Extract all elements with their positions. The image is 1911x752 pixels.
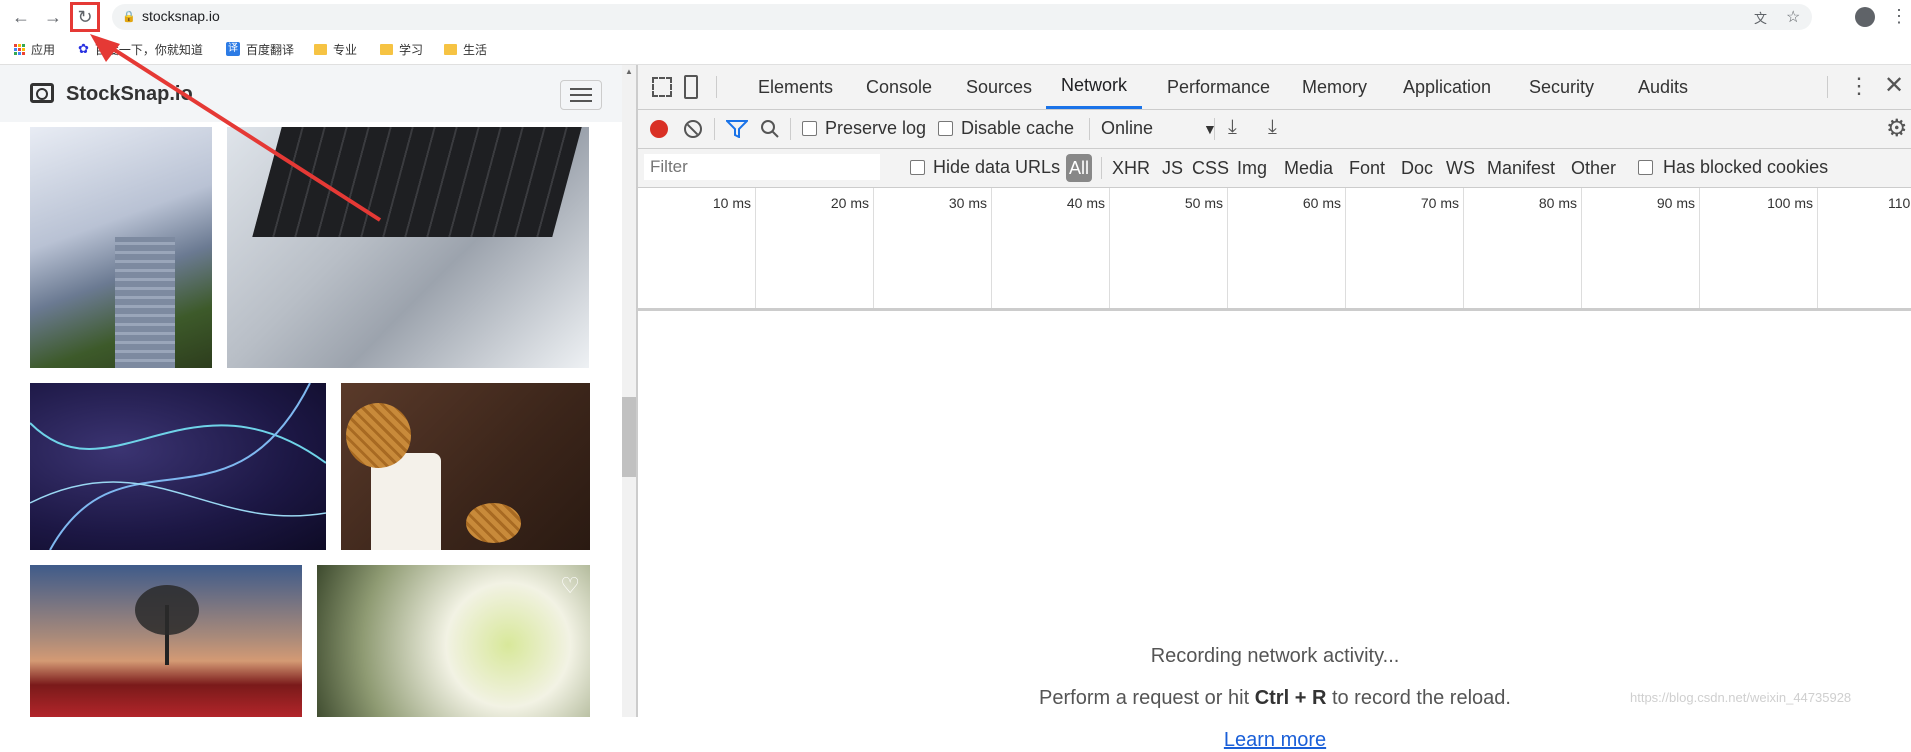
divider xyxy=(1089,118,1090,140)
timeline-tick: 30 ms xyxy=(874,188,992,308)
devtools-tabbar: Elements Console Sources Network Perform… xyxy=(638,65,1911,110)
tab-audits[interactable]: Audits xyxy=(1638,65,1688,109)
has-blocked-cookies-label: Has blocked cookies xyxy=(1663,157,1829,177)
import-har-icon[interactable]: ⤓ xyxy=(1228,116,1237,139)
watermark: https://blog.csdn.net/weixin_44735928 xyxy=(1630,690,1852,705)
type-filter-doc[interactable]: Doc xyxy=(1401,158,1433,179)
tab-elements[interactable]: Elements xyxy=(758,65,833,109)
record-icon[interactable] xyxy=(650,120,668,138)
type-filter-img[interactable]: Img xyxy=(1237,158,1267,179)
type-filter-font[interactable]: Font xyxy=(1349,158,1385,179)
tab-network[interactable]: Network xyxy=(1046,65,1143,109)
timeline-tick: 110 xyxy=(1888,195,1911,211)
divider xyxy=(1101,157,1102,179)
timeline-tick: 10 ms xyxy=(638,188,756,308)
export-har-icon[interactable]: ⤓ xyxy=(1268,116,1277,139)
photo-tree-tulips[interactable] xyxy=(30,565,302,717)
network-overview-timeline[interactable]: 10 ms 20 ms 30 ms 40 ms 50 ms 60 ms 70 m… xyxy=(638,188,1911,311)
disable-cache-label: Disable cache xyxy=(961,118,1075,138)
type-filter-all[interactable]: All xyxy=(1066,154,1093,182)
filter-input[interactable] xyxy=(644,154,880,180)
network-filter-bar: Hide data URLs All XHR JS CSS Img Media … xyxy=(638,149,1911,188)
checkbox-box[interactable] xyxy=(910,160,925,175)
recording-message: Recording network activity... xyxy=(1150,645,1400,667)
divider xyxy=(714,118,715,140)
timeline-tick: 70 ms xyxy=(1346,188,1464,308)
reload-hint-text: Perform a request or hit xyxy=(1039,687,1255,709)
search-icon[interactable] xyxy=(760,119,780,139)
clear-icon[interactable] xyxy=(684,120,702,138)
learn-more-row: Learn more xyxy=(638,729,1911,752)
device-toolbar-icon[interactable] xyxy=(684,75,698,99)
photo-flower[interactable]: ♡ xyxy=(317,565,590,717)
checkbox-box[interactable] xyxy=(938,121,953,136)
reload-hint-text: to record the reload. xyxy=(1326,687,1511,709)
divider xyxy=(1214,118,1215,140)
disable-cache-checkbox[interactable]: Disable cache xyxy=(938,118,1074,139)
divider xyxy=(1827,76,1828,98)
divider xyxy=(716,76,717,98)
preserve-log-checkbox[interactable]: Preserve log xyxy=(802,118,926,139)
type-filter-media[interactable]: Media xyxy=(1284,158,1333,179)
has-blocked-cookies-checkbox[interactable]: Has blocked cookies xyxy=(1638,157,1828,178)
hide-data-urls-label: Hide data URLs xyxy=(933,157,1061,177)
type-filter-manifest[interactable]: Manifest xyxy=(1487,158,1555,179)
close-icon[interactable]: ✕ xyxy=(1884,71,1904,100)
throttling-select[interactable]: Online ▼ xyxy=(1101,118,1217,139)
timeline-tick: 100 ms xyxy=(1700,188,1818,308)
tab-application[interactable]: Application xyxy=(1403,65,1491,109)
tab-security[interactable]: Security xyxy=(1529,65,1594,109)
tab-performance[interactable]: Performance xyxy=(1167,65,1270,109)
photo-waffle-milk[interactable] xyxy=(341,383,590,550)
timeline-tick: 80 ms xyxy=(1464,188,1582,308)
timeline-tick: 60 ms xyxy=(1228,188,1346,308)
network-empty-state: Recording network activity... Perform a … xyxy=(638,311,1911,751)
throttling-value: Online xyxy=(1101,118,1154,138)
divider xyxy=(790,118,791,140)
type-filter-ws[interactable]: WS xyxy=(1446,158,1475,179)
checkbox-box[interactable] xyxy=(1638,160,1653,175)
filter-icon[interactable] xyxy=(726,120,748,138)
type-filter-css[interactable]: CSS xyxy=(1192,158,1229,179)
heart-icon[interactable]: ♡ xyxy=(560,573,580,599)
devtools-menu-icon[interactable]: ⋮ xyxy=(1848,73,1870,99)
learn-more-link[interactable]: Learn more xyxy=(1224,729,1326,751)
star-icon[interactable]: ☆ xyxy=(1786,7,1800,27)
type-filter-other[interactable]: Other xyxy=(1571,158,1616,179)
timeline-tick: 90 ms xyxy=(1582,188,1700,308)
type-filter-xhr[interactable]: XHR xyxy=(1112,158,1150,179)
checkbox-box[interactable] xyxy=(802,121,817,136)
timeline-tick: 50 ms xyxy=(1110,188,1228,308)
timeline-tick: 40 ms xyxy=(992,188,1110,308)
gear-icon[interactable]: ⚙ xyxy=(1886,114,1908,143)
annotation-arrow xyxy=(90,34,382,222)
type-filter-js[interactable]: JS xyxy=(1162,158,1183,179)
devtools-panel: Elements Console Sources Network Perform… xyxy=(637,65,1911,751)
scrollbar-thumb[interactable] xyxy=(622,397,636,477)
timeline-tick: 20 ms xyxy=(756,188,874,308)
preserve-log-label: Preserve log xyxy=(825,118,927,138)
chrome-menu-icon[interactable]: ⋮ xyxy=(1890,6,1908,27)
network-toolbar: Preserve log Disable cache Online ▼ ⤓ ⤓ … xyxy=(638,110,1911,149)
inspect-element-icon[interactable] xyxy=(652,77,672,97)
tab-memory[interactable]: Memory xyxy=(1302,65,1367,109)
reload-shortcut: Ctrl + R xyxy=(1254,687,1327,709)
photo-light-trails[interactable] xyxy=(30,383,326,550)
tab-sources[interactable]: Sources xyxy=(966,65,1032,109)
hide-data-urls-checkbox[interactable]: Hide data URLs xyxy=(910,157,1060,178)
profile-avatar-icon[interactable] xyxy=(1855,7,1875,27)
tab-console[interactable]: Console xyxy=(866,65,932,109)
translate-icon[interactable]: 文 xyxy=(1754,8,1767,27)
